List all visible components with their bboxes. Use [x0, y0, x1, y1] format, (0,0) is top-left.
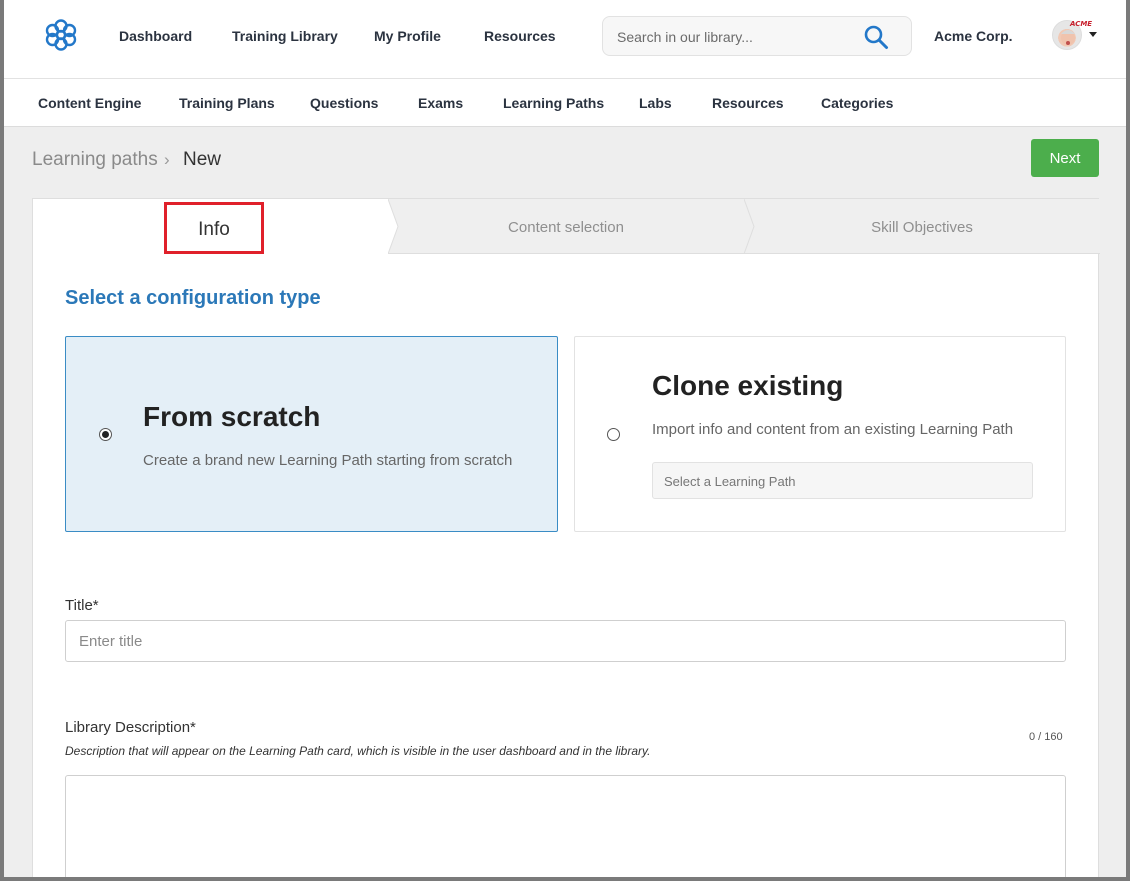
search-icon[interactable]: [863, 24, 889, 50]
subnav-resources[interactable]: Resources: [712, 95, 784, 111]
nav-resources[interactable]: Resources: [484, 28, 556, 44]
nav-my-profile[interactable]: My Profile: [374, 28, 441, 44]
option-from-scratch[interactable]: From scratch Create a brand new Learning…: [65, 336, 558, 532]
nav-dashboard[interactable]: Dashboard: [119, 28, 192, 44]
chevron-down-icon[interactable]: [1089, 32, 1097, 37]
radio-clone-existing[interactable]: [607, 428, 620, 441]
subnav-labs[interactable]: Labs: [639, 95, 672, 111]
step-divider-chevron: [744, 199, 755, 254]
library-description-label: Library Description*: [65, 719, 196, 736]
breadcrumb-current: New: [183, 149, 222, 170]
step-divider-chevron: [388, 199, 399, 254]
step-info-label: Info: [198, 219, 230, 240]
org-name[interactable]: Acme Corp.: [934, 28, 1013, 44]
nav-training-library[interactable]: Training Library: [232, 28, 338, 44]
config-type-title: Select a configuration type: [65, 287, 321, 309]
step-info[interactable]: Info: [33, 199, 388, 254]
option-from-scratch-description: Create a brand new Learning Path startin…: [143, 452, 513, 469]
step-content-selection[interactable]: Content selection: [388, 199, 744, 254]
search-box: [602, 16, 912, 56]
description-char-counter: 0 / 160: [1029, 731, 1063, 743]
logo-icon[interactable]: [44, 18, 78, 52]
breadcrumb-learning-paths[interactable]: Learning paths: [32, 149, 158, 171]
learning-path-select-placeholder: Select a Learning Path: [664, 474, 796, 489]
library-description-input[interactable]: [65, 775, 1066, 877]
learning-path-select[interactable]: Select a Learning Path: [652, 462, 1033, 499]
subnav-learning-paths[interactable]: Learning Paths: [503, 95, 604, 111]
sub-navbar: Content Engine Training Plans Questions …: [4, 79, 1126, 127]
avatar-badge: ACME: [1070, 20, 1093, 28]
step-skill-objectives-label: Skill Objectives: [871, 219, 973, 236]
breadcrumb-separator: ›: [164, 150, 170, 169]
step-skill-objectives[interactable]: Skill Objectives: [744, 199, 1100, 254]
subnav-content-engine[interactable]: Content Engine: [38, 95, 141, 111]
option-clone-heading: Clone existing: [652, 370, 844, 401]
option-clone-description: Import info and content from an existing…: [652, 421, 1014, 438]
subnav-exams[interactable]: Exams: [418, 95, 463, 111]
info-highlight-box: Info: [164, 202, 264, 254]
next-button[interactable]: Next: [1031, 139, 1099, 177]
subnav-training-plans[interactable]: Training Plans: [179, 95, 275, 111]
search-input[interactable]: [617, 27, 857, 47]
wizard-steps: Info Content selection Skill Objectives: [33, 199, 1100, 254]
option-clone-existing[interactable]: Clone existing Import info and content f…: [574, 336, 1066, 532]
step-content-selection-label: Content selection: [508, 219, 624, 236]
subnav-categories[interactable]: Categories: [821, 95, 893, 111]
subnav-questions[interactable]: Questions: [310, 95, 378, 111]
top-navbar: Dashboard Training Library My Profile Re…: [4, 0, 1126, 79]
library-description-hint: Description that will appear on the Lear…: [65, 744, 651, 758]
wizard-card: Info Content selection Skill Objectives …: [32, 198, 1100, 877]
app-window: Dashboard Training Library My Profile Re…: [4, 0, 1126, 877]
radio-from-scratch[interactable]: [99, 428, 112, 441]
option-from-scratch-heading: From scratch: [143, 401, 321, 432]
title-label: Title*: [65, 597, 99, 614]
title-input[interactable]: [65, 620, 1066, 662]
